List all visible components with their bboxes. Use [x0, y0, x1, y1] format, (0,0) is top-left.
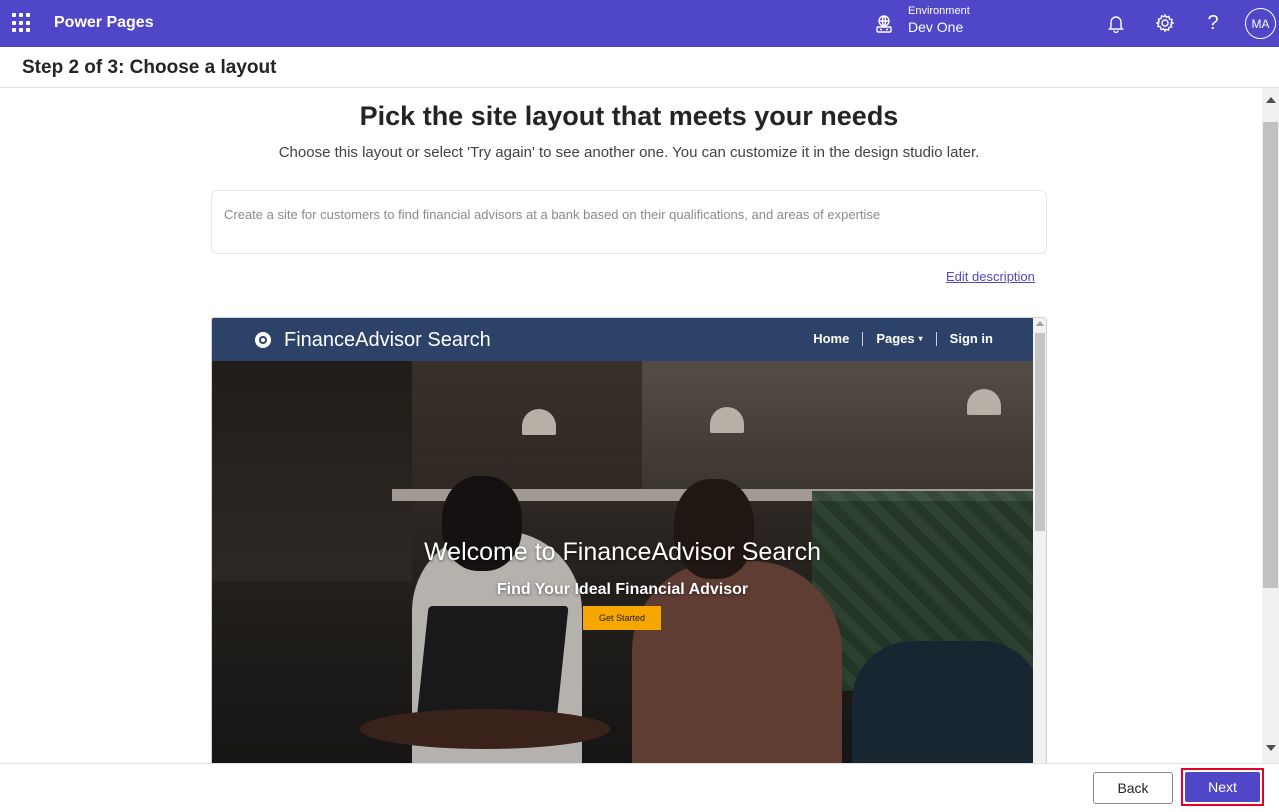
page-scrollbar[interactable]	[1262, 88, 1279, 763]
edit-description-link[interactable]: Edit description	[946, 269, 1035, 284]
next-button[interactable]: Next	[1185, 772, 1260, 802]
environment-label[interactable]: Environment	[908, 5, 970, 17]
layout-preview: FinanceAdvisor Search Home Pages ▾ Sign …	[211, 317, 1047, 763]
environment-icon[interactable]	[874, 14, 894, 34]
wizard-footer: Back Next	[0, 763, 1279, 812]
page-scrollbar-thumb[interactable]	[1263, 122, 1278, 588]
site-logo-icon	[255, 332, 271, 348]
preview-scrollbar[interactable]	[1033, 318, 1046, 763]
page-subheading: Choose this layout or select 'Try again'…	[278, 144, 980, 161]
scroll-down-icon[interactable]	[1266, 745, 1276, 751]
preview-hero: Welcome to FinanceAdvisor Search Find Yo…	[212, 361, 1033, 763]
nav-separator	[862, 331, 864, 346]
preview-hero-title: Welcome to FinanceAdvisor Search	[424, 538, 821, 566]
bell-icon[interactable]	[1105, 12, 1127, 34]
back-button[interactable]: Back	[1093, 772, 1173, 804]
preview-hero-tagline: Find Your Ideal Financial Advisor	[496, 581, 749, 598]
step-title: Step 2 of 3: Choose a layout	[22, 57, 277, 78]
main-content: Pick the site layout that meets your nee…	[0, 88, 1262, 763]
avatar[interactable]: MA	[1245, 8, 1276, 39]
scroll-up-icon[interactable]	[1266, 97, 1276, 103]
waffle-icon[interactable]	[12, 13, 32, 33]
site-description: Create a site for customers to find fina…	[211, 190, 1047, 254]
page-heading: Pick the site layout that meets your nee…	[359, 101, 899, 131]
nav-separator	[935, 331, 937, 346]
preview-scrollbar-thumb[interactable]	[1035, 333, 1045, 531]
preview-nav-pages: Pages	[876, 331, 915, 346]
app-title[interactable]: Power Pages	[54, 14, 154, 32]
gear-icon[interactable]	[1154, 12, 1176, 34]
app-header: Power Pages Environment Dev One ? MA	[0, 0, 1279, 47]
preview-brand: FinanceAdvisor Search	[284, 329, 491, 351]
next-button-highlight: Next	[1181, 768, 1264, 806]
chevron-down-icon: ▾	[918, 334, 923, 343]
scroll-up-icon[interactable]	[1036, 321, 1044, 326]
preview-get-started-button: Get Started	[583, 606, 661, 630]
preview-nav-home: Home	[813, 331, 850, 346]
preview-nav-sign-in: Sign in	[949, 331, 993, 346]
environment-name[interactable]: Dev One	[908, 19, 963, 35]
preview-nav-menu: Home Pages ▾ Sign in	[813, 331, 993, 346]
help-icon[interactable]: ?	[1202, 12, 1224, 34]
preview-navbar: FinanceAdvisor Search Home Pages ▾ Sign …	[212, 318, 1033, 361]
